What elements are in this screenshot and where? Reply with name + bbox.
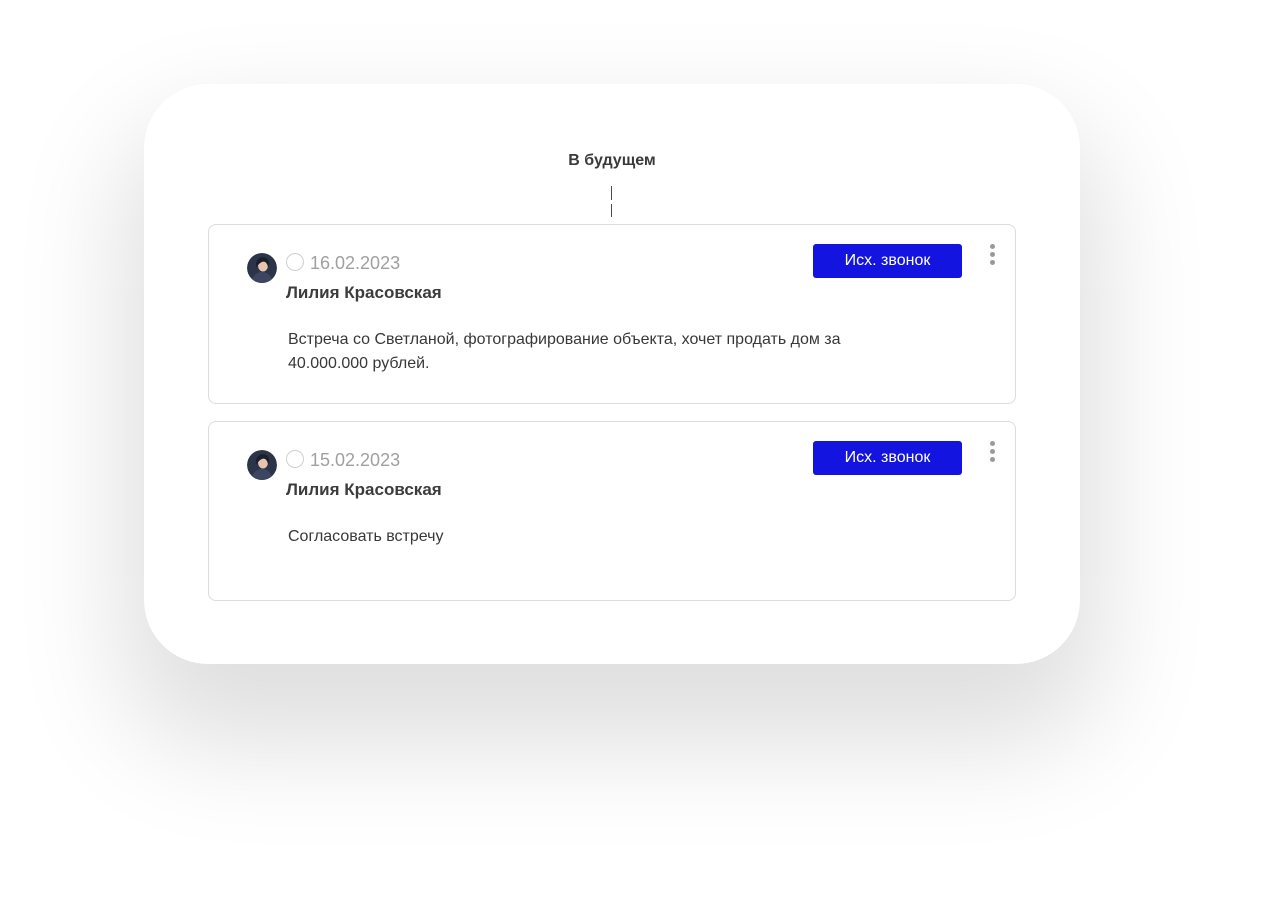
timeline-connector (611, 204, 612, 217)
card-date: 16.02.2023 (310, 253, 401, 273)
outgoing-call-button[interactable]: Исх. звонок (813, 441, 962, 475)
user-avatar-icon (247, 450, 277, 480)
activity-panel: В будущем 16.02.2023 Лилия Красовская Вс… (144, 84, 1080, 664)
card-author: Лилия Красовская (286, 480, 442, 499)
activity-card: 15.02.2023 Лилия Красовская Согласовать … (208, 421, 1016, 601)
outgoing-call-button[interactable]: Исх. звонок (813, 244, 962, 278)
card-author: Лилия Красовская (286, 283, 442, 302)
status-circle-icon[interactable] (286, 253, 304, 271)
user-avatar-icon (247, 253, 277, 283)
card-date: 15.02.2023 (310, 450, 401, 470)
timeline-connector (611, 186, 612, 200)
section-title: В будущем (568, 152, 656, 169)
stage: В будущем 16.02.2023 Лилия Красовская Вс… (0, 0, 1264, 908)
vertical-dots-icon[interactable] (985, 243, 1001, 269)
status-circle-icon[interactable] (286, 450, 304, 468)
card-text: Согласовать встречу (288, 528, 444, 545)
card-text: Встреча со Светланой, фотографирование о… (288, 331, 841, 372)
vertical-dots-icon[interactable] (985, 440, 1001, 466)
activity-card: 16.02.2023 Лилия Красовская Встреча со С… (208, 224, 1016, 404)
